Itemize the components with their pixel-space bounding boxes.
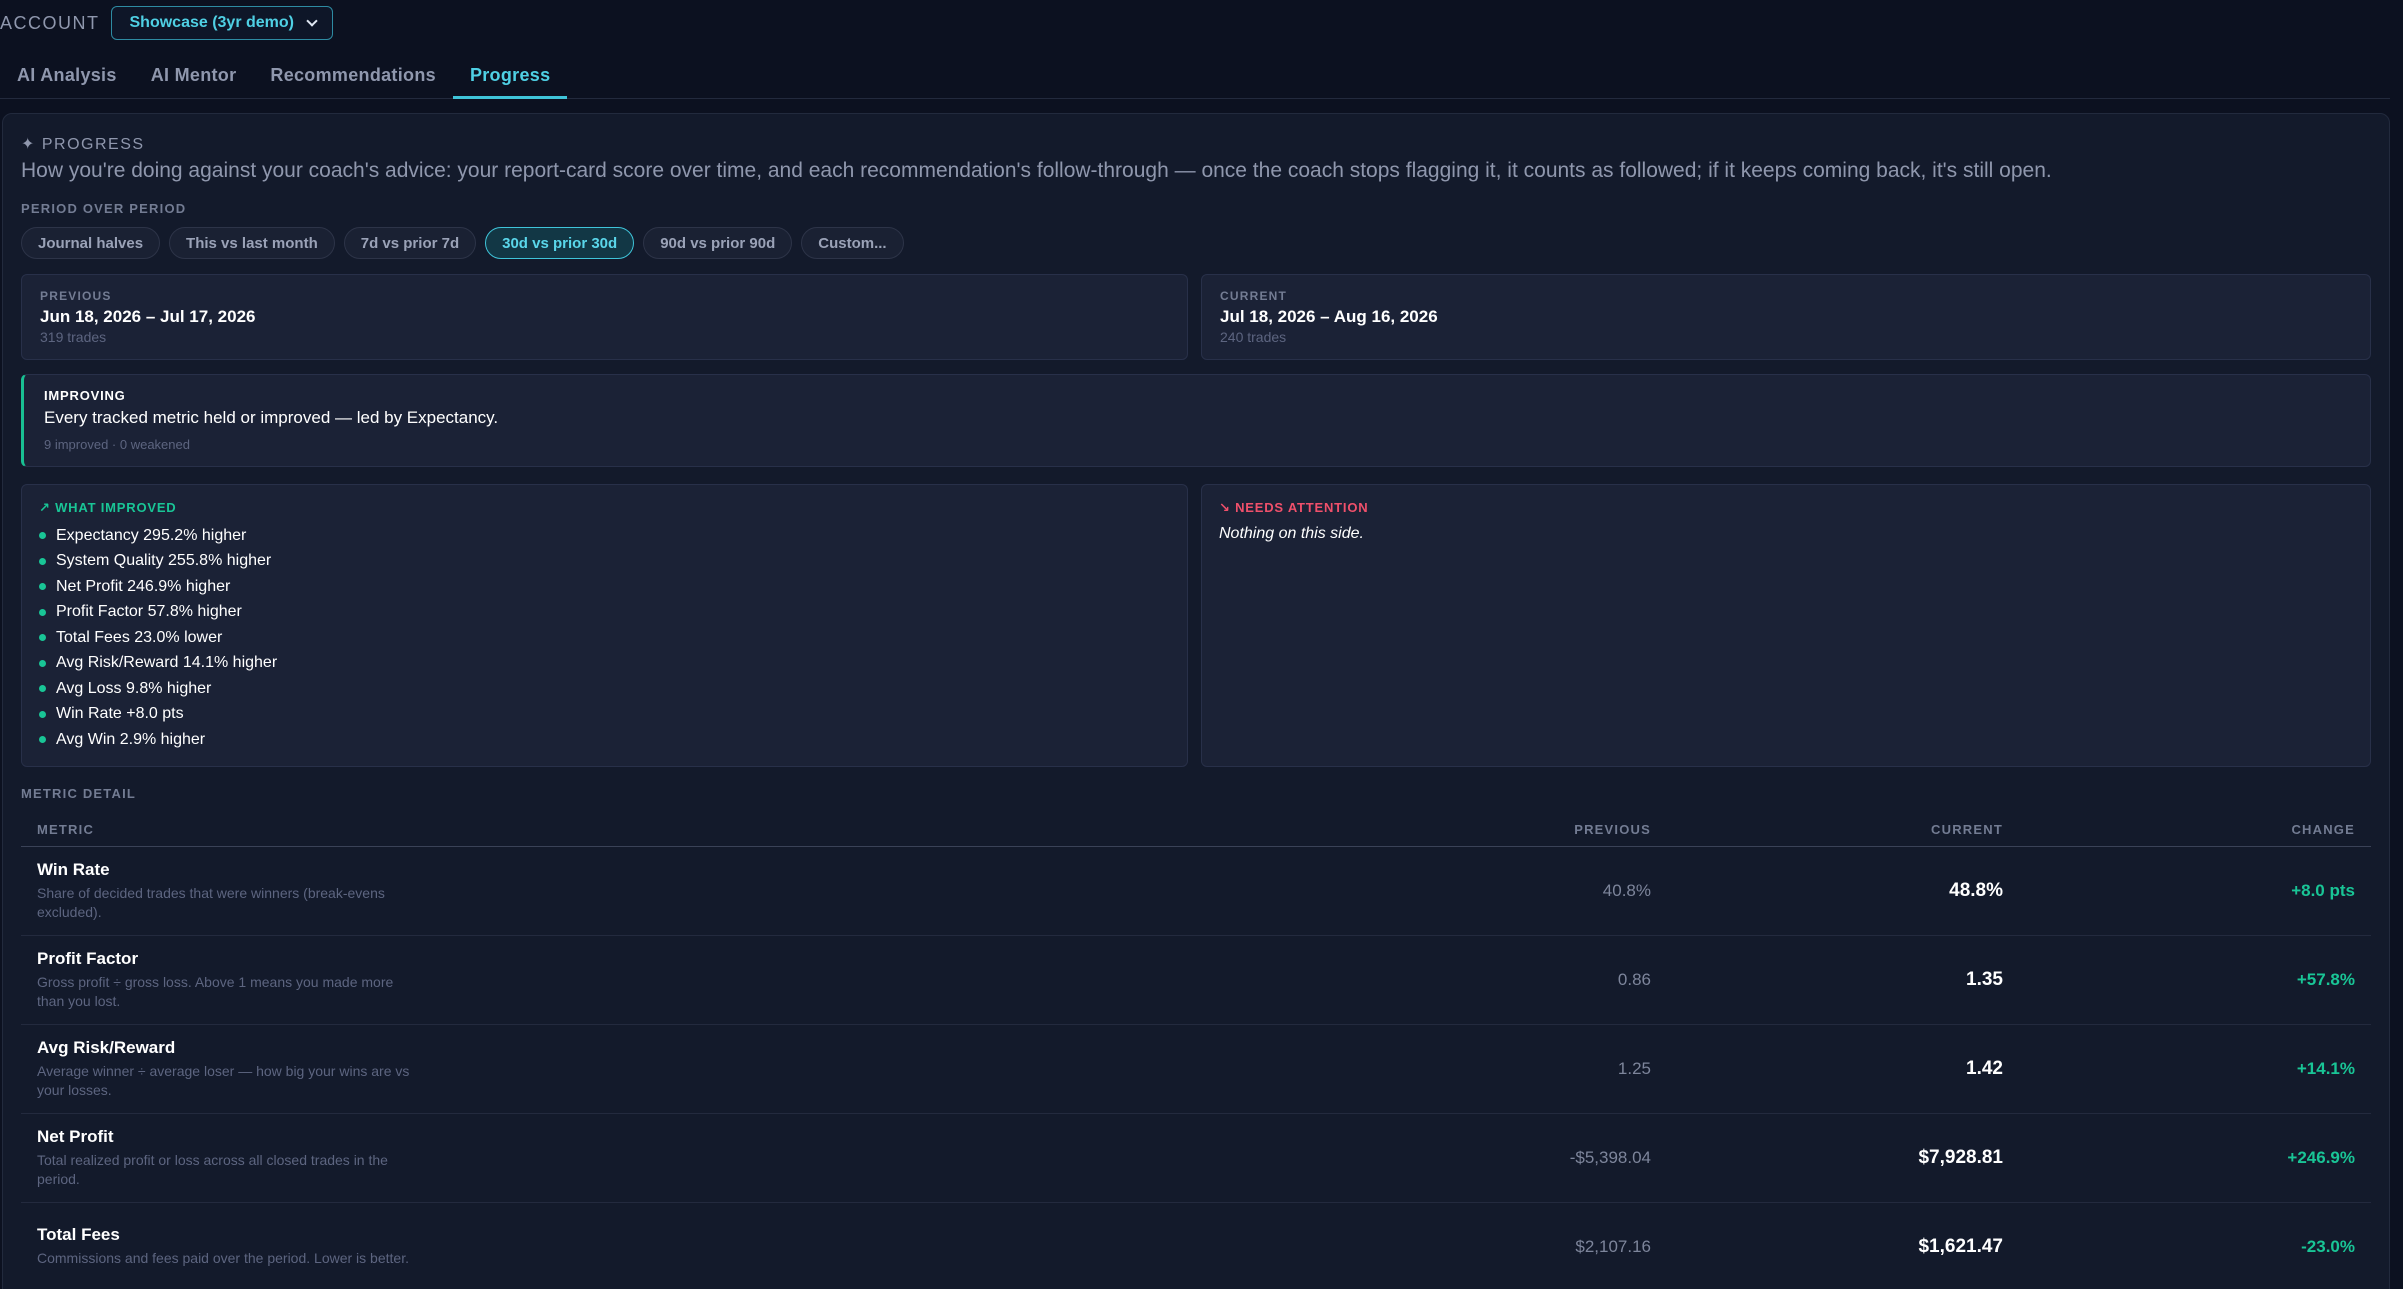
account-bar: ACCOUNT Showcase (3yr demo) xyxy=(0,6,333,40)
previous-range: Jun 18, 2026 – Jul 17, 2026 xyxy=(40,307,256,326)
period-chips: Journal halves This vs last month 7d vs … xyxy=(21,227,904,259)
needs-attention-heading: ↘ NEEDS ATTENTION xyxy=(1219,500,1369,515)
what-improved-card: ↗ WHAT IMPROVED Expectancy 295.2% higher… xyxy=(21,484,1188,767)
list-item: Avg Loss 9.8% higher xyxy=(39,676,277,702)
previous-label: PREVIOUS xyxy=(40,289,112,303)
bullet-dot-icon xyxy=(39,710,46,718)
col-previous: PREVIOUS xyxy=(1317,814,1667,847)
previous-value: 40.8% xyxy=(1317,846,1667,936)
current-value: $7,928.81 xyxy=(1667,1113,2019,1203)
metric-description: Commissions and fees paid over the perio… xyxy=(37,1250,409,1266)
col-metric: METRIC xyxy=(21,814,1317,847)
metric-cell: Profit Factor Gross profit ÷ gross loss.… xyxy=(21,935,1317,1025)
metric-description: Gross profit ÷ gross loss. Above 1 means… xyxy=(37,973,394,1009)
metric-detail-label: METRIC DETAIL xyxy=(21,786,137,801)
metric-name: Avg Risk/Reward xyxy=(37,1037,176,1057)
metric-name: Win Rate xyxy=(37,859,110,879)
current-range: Jul 18, 2026 – Aug 16, 2026 xyxy=(1220,307,1438,326)
col-change: CHANGE xyxy=(2019,814,2371,847)
current-value: 48.8% xyxy=(1667,846,2019,936)
metric-description: Share of decided trades that were winner… xyxy=(37,884,385,920)
table-row: Win Rate Share of decided trades that we… xyxy=(21,846,2371,936)
chip-90d[interactable]: 90d vs prior 90d xyxy=(643,227,793,259)
status-message: Every tracked metric held or improved — … xyxy=(44,408,499,427)
list-item: Net Profit 246.9% higher xyxy=(39,574,277,600)
list-item: Total Fees 23.0% lower xyxy=(39,625,277,651)
status-card: IMPROVING Every tracked metric held or i… xyxy=(21,374,2371,467)
bullet-dot-icon xyxy=(39,634,46,642)
bullet-dot-icon xyxy=(39,659,46,667)
intro-text: How you're doing against your coach's ad… xyxy=(21,159,2052,182)
chip-journal-halves[interactable]: Journal halves xyxy=(21,227,161,259)
metric-name: Profit Factor xyxy=(37,948,139,968)
list-item: Avg Risk/Reward 14.1% higher xyxy=(39,651,277,677)
change-value: +246.9% xyxy=(2019,1113,2371,1203)
account-select[interactable]: Showcase (3yr demo) xyxy=(110,6,333,40)
change-value: +8.0 pts xyxy=(2019,846,2371,936)
current-trades: 240 trades xyxy=(1220,329,1287,345)
tab-ai-analysis[interactable]: AI Analysis xyxy=(0,56,134,99)
bullet-dot-icon xyxy=(39,608,46,616)
col-current: CURRENT xyxy=(1667,814,2019,847)
current-value: 1.42 xyxy=(1667,1024,2019,1114)
status-counts: 9 improved · 0 weakened xyxy=(44,437,190,452)
metric-cell: Avg Risk/Reward Average winner ÷ average… xyxy=(21,1024,1317,1114)
metric-detail-table: METRIC PREVIOUS CURRENT CHANGE Win Rate … xyxy=(21,814,2371,1289)
section-title: ✦ PROGRESS xyxy=(21,136,145,153)
change-value: +57.8% xyxy=(2019,935,2371,1025)
bullet-dot-icon xyxy=(39,532,46,540)
table-row: Total Fees Commissions and fees paid ove… xyxy=(21,1202,2371,1289)
account-select-value: Showcase (3yr demo) xyxy=(129,14,295,31)
change-value: +14.1% xyxy=(2019,1024,2371,1114)
metric-name: Net Profit xyxy=(37,1126,114,1146)
table-header-row: METRIC PREVIOUS CURRENT CHANGE xyxy=(21,814,2371,847)
needs-attention-card: ↘ NEEDS ATTENTION Nothing on this side. xyxy=(1201,484,2371,767)
account-label: ACCOUNT xyxy=(0,12,100,33)
metric-cell: Net Profit Total realized profit or loss… xyxy=(21,1113,1317,1203)
tab-progress[interactable]: Progress xyxy=(452,56,568,99)
previous-value: $2,107.16 xyxy=(1317,1202,1667,1289)
what-improved-heading: ↗ WHAT IMPROVED xyxy=(39,500,177,515)
table-row: Avg Risk/Reward Average winner ÷ average… xyxy=(21,1024,2371,1114)
progress-panel: ✦ PROGRESS How you're doing against your… xyxy=(2,113,2390,1289)
current-period-card: CURRENT Jul 18, 2026 – Aug 16, 2026 240 … xyxy=(1201,274,2371,360)
metric-cell: Total Fees Commissions and fees paid ove… xyxy=(21,1202,1317,1289)
bullet-dot-icon xyxy=(39,736,46,744)
list-item: Profit Factor 57.8% higher xyxy=(39,600,277,626)
improved-list: Expectancy 295.2% higher System Quality … xyxy=(39,523,277,753)
tab-bar: AI Analysis AI Mentor Recommendations Pr… xyxy=(0,56,2390,99)
tab-recommendations[interactable]: Recommendations xyxy=(253,56,453,99)
current-value: 1.35 xyxy=(1667,935,2019,1025)
chip-30d[interactable]: 30d vs prior 30d xyxy=(485,227,635,259)
list-item: Win Rate +8.0 pts xyxy=(39,702,277,728)
change-value: -23.0% xyxy=(2019,1202,2371,1289)
status-label: IMPROVING xyxy=(44,388,126,403)
chevron-down-icon xyxy=(306,15,318,27)
table-row: Net Profit Total realized profit or loss… xyxy=(21,1113,2371,1203)
current-label: CURRENT xyxy=(1220,289,1288,303)
list-item: Expectancy 295.2% higher xyxy=(39,523,277,549)
previous-trades: 319 trades xyxy=(40,329,107,345)
list-item: Avg Win 2.9% higher xyxy=(39,727,277,753)
chip-custom[interactable]: Custom... xyxy=(801,227,904,259)
chip-7d[interactable]: 7d vs prior 7d xyxy=(343,227,477,259)
metric-description: Average winner ÷ average loser — how big… xyxy=(37,1062,410,1098)
metric-description: Total realized profit or loss across all… xyxy=(37,1151,388,1187)
previous-value: 1.25 xyxy=(1317,1024,1667,1114)
previous-value: -$5,398.04 xyxy=(1317,1113,1667,1203)
bullet-dot-icon xyxy=(39,557,46,565)
metric-cell: Win Rate Share of decided trades that we… xyxy=(21,846,1317,936)
chip-this-vs-last-month[interactable]: This vs last month xyxy=(169,227,335,259)
tab-ai-mentor[interactable]: AI Mentor xyxy=(134,56,254,99)
current-value: $1,621.47 xyxy=(1667,1202,2019,1289)
needs-attention-empty: Nothing on this side. xyxy=(1219,525,1364,542)
metric-name: Total Fees xyxy=(37,1225,120,1244)
bullet-dot-icon xyxy=(39,583,46,591)
previous-value: 0.86 xyxy=(1317,935,1667,1025)
bullet-dot-icon xyxy=(39,685,46,693)
table-row: Profit Factor Gross profit ÷ gross loss.… xyxy=(21,935,2371,1025)
previous-period-card: PREVIOUS Jun 18, 2026 – Jul 17, 2026 319… xyxy=(21,274,1188,360)
list-item: System Quality 255.8% higher xyxy=(39,549,277,575)
period-label: PERIOD OVER PERIOD xyxy=(21,201,187,216)
